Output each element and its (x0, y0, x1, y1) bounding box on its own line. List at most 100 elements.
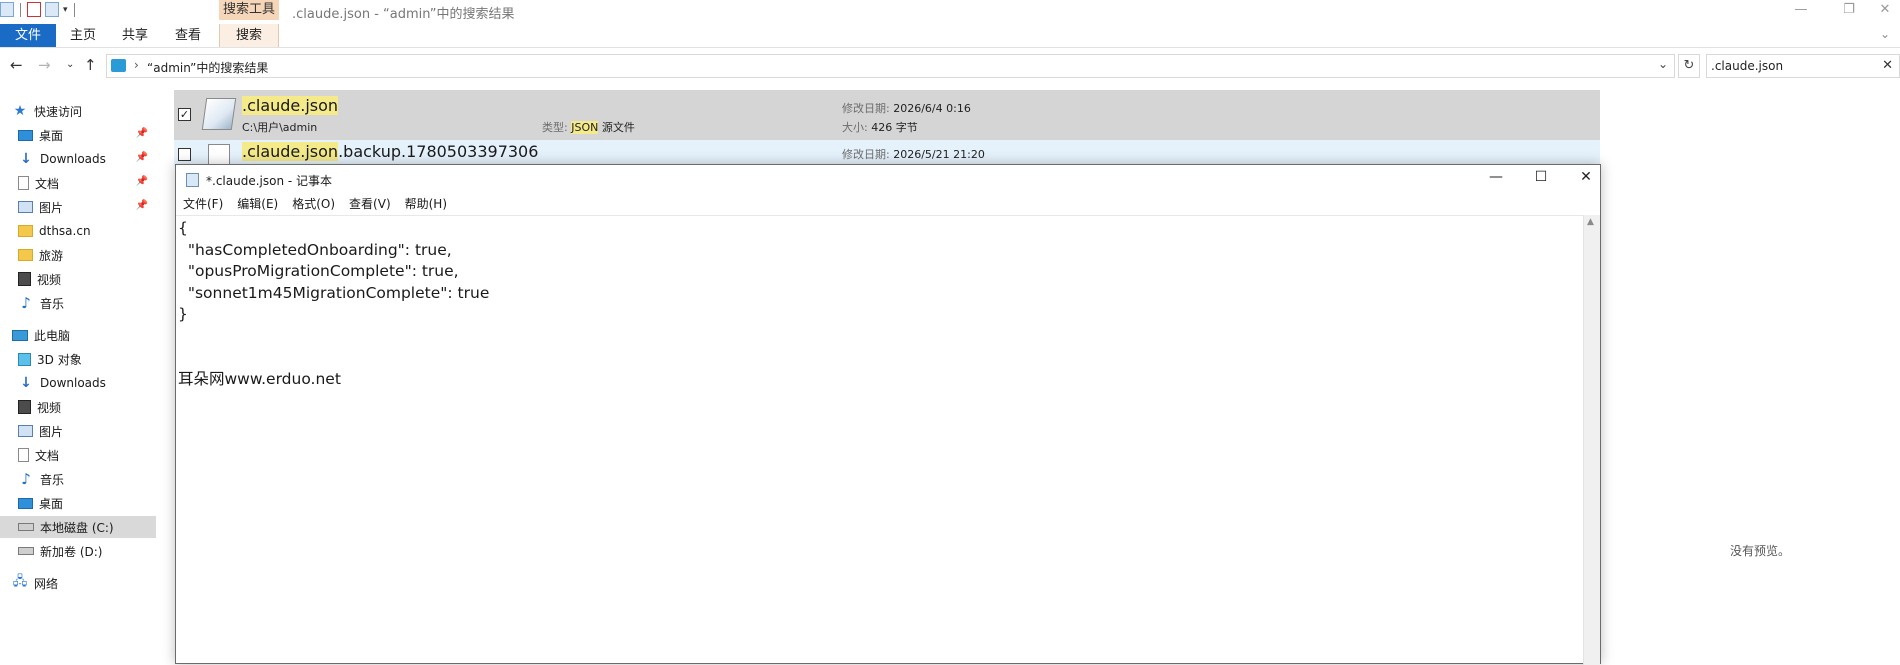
nav-label: 音乐 (40, 296, 65, 311)
nav-quick-access[interactable]: ★ 快速访问 (0, 100, 156, 122)
up-arrow-icon[interactable]: ↑ (84, 56, 97, 74)
file-name[interactable]: .claude.json (242, 96, 339, 115)
nav-label: dthsa.cn (39, 224, 91, 238)
properties-icon[interactable] (27, 2, 41, 17)
nav-item-3d-objects[interactable]: 3D 对象 (0, 348, 156, 370)
pin-icon[interactable]: 📌 (136, 128, 148, 139)
editor-text[interactable]: { "hasCompletedOnboarding": true, "opusP… (178, 218, 1581, 390)
downloads-icon: ↓ (20, 151, 32, 167)
videos-icon (18, 272, 31, 286)
nav-item-documents[interactable]: 文档 📌 (0, 172, 156, 194)
ribbon: 文件 主页 共享 查看 搜索 ⌄ (0, 24, 1900, 48)
search-tools-context-label: 搜索工具 (219, 0, 279, 20)
pin-icon[interactable]: 📌 (136, 176, 148, 187)
minimize-icon[interactable]: — (1481, 169, 1511, 185)
nav-label: 视频 (37, 272, 62, 287)
nav-label: 桌面 (39, 496, 64, 511)
forward-arrow-icon[interactable]: → (38, 56, 51, 74)
close-icon[interactable]: ✕ (1870, 2, 1900, 17)
file-path: C:\用户\admin (242, 121, 318, 134)
file-row[interactable]: .claude.json.backup.1780503397306 修改日期: … (174, 140, 1600, 170)
maximize-icon[interactable]: ☐ (1526, 169, 1556, 185)
nav-item-documents-pc[interactable]: 文档 (0, 444, 156, 466)
tab-file[interactable]: 文件 (0, 24, 56, 47)
menu-file[interactable]: 文件(F) (183, 195, 223, 215)
nav-item-music[interactable]: ♪ 音乐 (0, 292, 156, 314)
folder-window-icon (0, 2, 14, 17)
address-bar[interactable]: › “admin”中的搜索结果 ⌄ (106, 54, 1675, 78)
scroll-up-icon[interactable]: ▲ (1587, 217, 1594, 227)
nav-item-drive-c[interactable]: 本地磁盘 (C:) (0, 516, 156, 538)
music-icon: ♪ (21, 470, 31, 488)
quick-access-toolbar: ▾ (0, 2, 77, 17)
star-icon: ★ (13, 103, 27, 119)
nav-item-travel[interactable]: 旅游 (0, 244, 156, 266)
computer-icon (12, 329, 28, 341)
nav-label: Downloads (40, 152, 106, 166)
nav-label: 新加卷 (D:) (40, 544, 103, 559)
minimize-icon[interactable]: — (1786, 2, 1816, 17)
network-icon: 🖧 (12, 574, 28, 589)
nav-item-pictures-pc[interactable]: 图片 (0, 420, 156, 442)
tab-home[interactable]: 主页 (58, 24, 108, 47)
menu-help[interactable]: 帮助(H) (405, 195, 447, 215)
file-row[interactable]: ✓ .claude.json C:\用户\admin 类型: JSON 源文件 … (174, 90, 1600, 140)
drive-icon (18, 547, 34, 555)
vertical-scrollbar[interactable]: ▲ (1583, 215, 1600, 665)
chevron-down-icon[interactable]: ⌄ (1658, 57, 1668, 71)
nav-label: 图片 (39, 424, 64, 439)
nav-item-downloads-pc[interactable]: ↓ Downloads (0, 372, 156, 394)
notepad-icon (186, 173, 199, 187)
notepad-editor[interactable]: { "hasCompletedOnboarding": true, "opusP… (176, 215, 1583, 665)
search-input[interactable] (1711, 57, 1871, 75)
chevron-right-icon[interactable]: › (134, 58, 139, 72)
menu-edit[interactable]: 编辑(E) (237, 195, 278, 215)
row-checkbox[interactable]: ✓ (178, 108, 191, 121)
nav-item-videos[interactable]: 视频 (0, 268, 156, 290)
customize-toolbar-icon[interactable]: ▾ (63, 5, 68, 15)
nav-network[interactable]: 🖧 网络 (0, 572, 156, 594)
location-icon (111, 59, 126, 72)
nav-label: 本地磁盘 (C:) (40, 520, 114, 535)
divider (20, 2, 21, 17)
pin-icon[interactable]: 📌 (136, 200, 148, 211)
clear-search-icon[interactable]: ✕ (1882, 58, 1893, 73)
documents-icon (18, 176, 29, 190)
nav-item-dthsa[interactable]: dthsa.cn (0, 220, 156, 242)
pictures-icon (18, 425, 33, 437)
address-path[interactable]: “admin”中的搜索结果 (147, 59, 268, 76)
explorer-titlebar: ▾ 搜索工具 .claude.json - “admin”中的搜索结果 — ❐ … (0, 0, 1900, 24)
notepad-title: *.claude.json - 记事本 (206, 174, 333, 188)
search-box[interactable]: ✕ (1706, 54, 1900, 78)
address-row: ← → ⌄ ↑ › “admin”中的搜索结果 ⌄ ↻ ✕ (0, 51, 1900, 81)
nav-item-videos-pc[interactable]: 视频 (0, 396, 156, 418)
nav-item-downloads[interactable]: ↓ Downloads 📌 (0, 148, 156, 170)
file-name[interactable]: .claude.json.backup.1780503397306 (242, 142, 538, 161)
json-file-icon (201, 98, 237, 130)
menu-format[interactable]: 格式(O) (292, 195, 335, 215)
restore-icon[interactable]: ❐ (1834, 2, 1864, 17)
recent-locations-icon[interactable]: ⌄ (66, 59, 74, 70)
nav-item-desktop-pc[interactable]: 桌面 (0, 492, 156, 514)
nav-item-drive-d[interactable]: 新加卷 (D:) (0, 540, 156, 562)
desktop-icon (18, 129, 33, 141)
nav-item-music-pc[interactable]: ♪ 音乐 (0, 468, 156, 490)
row-checkbox[interactable] (178, 148, 191, 161)
tab-search[interactable]: 搜索 (219, 24, 279, 47)
back-arrow-icon[interactable]: ← (10, 56, 23, 74)
new-folder-icon[interactable] (45, 2, 59, 17)
expand-ribbon-icon[interactable]: ⌄ (1880, 27, 1890, 41)
tab-view[interactable]: 查看 (162, 24, 214, 47)
pin-icon[interactable]: 📌 (136, 152, 148, 163)
refresh-icon[interactable]: ↻ (1678, 54, 1700, 78)
menu-view[interactable]: 查看(V) (349, 195, 391, 215)
nav-label: Downloads (40, 376, 106, 390)
close-icon[interactable]: ✕ (1571, 169, 1601, 185)
tab-share[interactable]: 共享 (110, 24, 160, 47)
nav-label: 快速访问 (34, 104, 83, 119)
nav-item-pictures[interactable]: 图片 📌 (0, 196, 156, 218)
window-title: .claude.json - “admin”中的搜索结果 (292, 7, 515, 22)
nav-this-pc[interactable]: 此电脑 (0, 324, 156, 346)
nav-item-desktop[interactable]: 桌面 📌 (0, 124, 156, 146)
file-modified: 修改日期: 2026/5/21 21:20 (842, 148, 985, 161)
